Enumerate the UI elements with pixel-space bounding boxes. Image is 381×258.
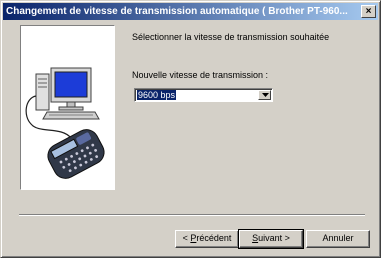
chevron-down-icon	[262, 93, 269, 97]
wizard-illustration-panel	[20, 25, 115, 190]
dropdown-arrow-button[interactable]	[258, 90, 271, 100]
speed-field-label: Nouvelle vitesse de transmission :	[132, 70, 269, 80]
transmission-speed-select[interactable]: 9600 bps	[134, 88, 273, 102]
next-button-label: uivant >	[258, 233, 290, 243]
previous-button[interactable]: < Précédent	[175, 230, 239, 248]
next-button[interactable]: Suivant >	[238, 229, 304, 249]
title-bar[interactable]: Changement de vitesse de transmission au…	[3, 3, 378, 20]
close-icon: ×	[365, 6, 372, 17]
cancel-button[interactable]: Annuler	[306, 230, 370, 248]
previous-button-label: récédent	[196, 233, 232, 243]
wizard-dialog: Changement de vitesse de transmission au…	[0, 0, 381, 258]
button-area-separator	[19, 214, 365, 216]
computer-printer-illustration-icon	[25, 67, 105, 179]
window-title: Changement de vitesse de transmission au…	[6, 6, 348, 17]
selected-speed-value: 9600 bps	[137, 90, 177, 100]
close-button[interactable]: ×	[361, 5, 376, 18]
instruction-text: Sélectionner la vitesse de transmission …	[132, 32, 330, 42]
